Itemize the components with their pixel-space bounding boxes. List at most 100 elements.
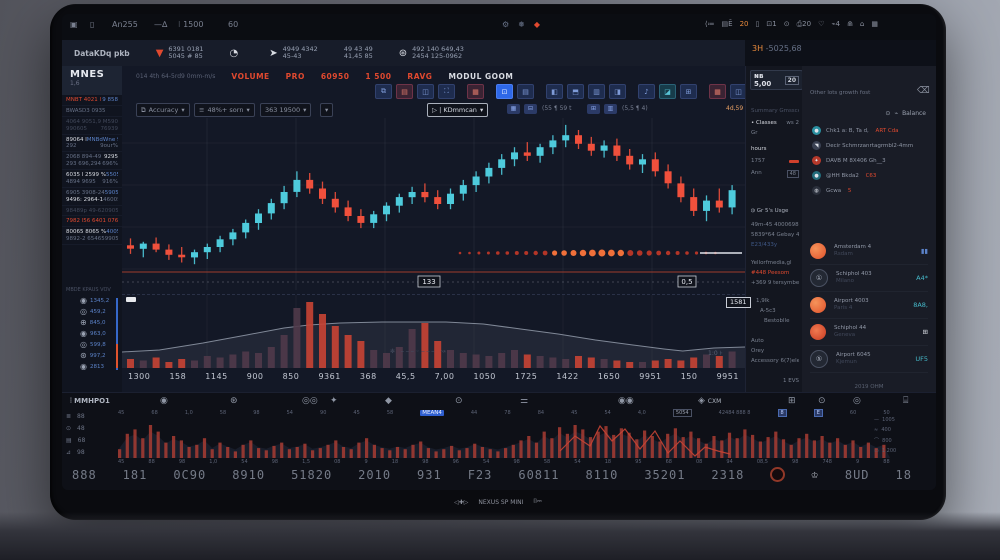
gear-icon[interactable]: ⚙ xyxy=(502,20,509,29)
highlight-tick[interactable]: E xyxy=(814,409,823,417)
watchlist-row[interactable]: 6035 l 2599 %55054894 9695916% xyxy=(62,170,122,188)
toolbar-button[interactable]: ◪ xyxy=(659,84,676,99)
toolbar-button[interactable]: ◧ xyxy=(546,84,563,99)
bottom-icon[interactable]: ⊙ xyxy=(818,396,826,406)
watchlist-row[interactable]: 80065 8065 %40059892-2 654659905 xyxy=(62,227,122,245)
crown-icon[interactable]: ♔ xyxy=(811,468,819,481)
bottom-icon[interactable]: ◎ xyxy=(853,396,861,406)
watchlist-row[interactable]: 98489p 49-620905% xyxy=(62,206,122,217)
chart-area: 014 4th 64-5rd9 0mm-m/s VOLUMEPRO609501 … xyxy=(122,66,745,392)
interval-button-1[interactable]: ▦ xyxy=(507,104,520,114)
accuracy-dropdown[interactable]: ⧉Accuracy▾ xyxy=(136,103,190,117)
gauge-item[interactable]: ⊕845,0 xyxy=(80,318,105,327)
watchlist-row[interactable]: MNBT 4021 l9 858 xyxy=(62,95,122,106)
watchlist-row[interactable]: 7982 l56 6401 0760 xyxy=(62,216,122,227)
toolbar-button[interactable]: ▤ xyxy=(396,84,413,99)
nav-stat-group[interactable]: 49 43 4941,45 85 xyxy=(344,46,373,61)
tab-modul-goom[interactable]: MODUL GOOM xyxy=(448,72,513,81)
tab-60950[interactable]: 60950 xyxy=(321,72,350,81)
bottom-icon[interactable]: ◈ CXM xyxy=(698,396,721,406)
tab-volume[interactable]: VOLUME xyxy=(231,72,269,81)
tab-pro[interactable]: PRO xyxy=(286,72,305,81)
watchlist-row[interactable]: 2068 894-499295293 696,294696% xyxy=(62,152,122,170)
lot-badge[interactable]: ɴʙ 5,00 20 xyxy=(750,70,803,90)
more-dropdown[interactable]: ▾ xyxy=(320,103,333,117)
trash-icon[interactable]: ⌫ xyxy=(917,86,926,97)
toolbar-button[interactable]: ⬒ xyxy=(567,84,584,99)
bottom-icon[interactable]: ⊞ xyxy=(788,396,796,406)
toolbar-button[interactable]: ◨ xyxy=(609,84,626,99)
alert-status[interactable]: ⁝ 1500 xyxy=(178,20,203,29)
nav-stat-group[interactable]: ▼6391 01815045 # 85 xyxy=(156,46,204,61)
gauge-item[interactable]: ⊛997,2 xyxy=(80,351,105,360)
phone-icon-status[interactable]: ▯ xyxy=(90,20,94,29)
tab-1-500[interactable]: 1 500 xyxy=(365,72,391,81)
gauge-item[interactable]: ◉2813 xyxy=(80,362,104,371)
watchlist-header[interactable]: MNES 1,6 xyxy=(62,66,122,95)
session-histogram[interactable] xyxy=(118,418,890,458)
panel-list-row[interactable]: Schiphol 44Geneva⊞ xyxy=(810,319,928,346)
bottom-icon[interactable]: ◉◉ xyxy=(618,396,634,406)
highlight-tick[interactable]: 5054 xyxy=(673,409,692,417)
toolbar-button[interactable]: ⊡ xyxy=(496,84,513,99)
bottom-icon[interactable]: ⊙ xyxy=(455,396,463,406)
interval-button-4[interactable]: ▥ xyxy=(604,104,617,114)
diamond-icon[interactable]: ◆ xyxy=(534,20,540,29)
snow-icon[interactable]: ❅ xyxy=(518,20,525,29)
nav-stat-group[interactable]: ◔ xyxy=(230,46,244,61)
interval-button-3[interactable]: ⊞ xyxy=(587,104,600,114)
watchlist-row[interactable]: 89064 lMNBdWne 9092929our% xyxy=(62,135,122,153)
gauge-item[interactable]: ◉1345,2 xyxy=(80,296,109,305)
nav-stat-group[interactable]: ➤4949 434245-43 xyxy=(269,46,318,61)
gauge-item[interactable]: ◉963,0 xyxy=(80,329,106,338)
watchlist-row[interactable]: BWASD3 0935 xyxy=(62,106,122,117)
bottom-icon[interactable]: ⊛ xyxy=(230,396,238,406)
toolbar-button[interactable]: ⧉ xyxy=(375,84,392,99)
briefcase-icon-status[interactable]: ▣ xyxy=(70,20,78,29)
volume-chart[interactable] xyxy=(122,295,745,368)
panel-list-row[interactable]: Airport 4003Paris 48A8, xyxy=(810,292,928,319)
panel-menu-item[interactable]: ✦DAVB M 8X406 Gh__3 xyxy=(812,154,928,167)
toolbar-button[interactable]: ⊞ xyxy=(680,84,697,99)
nav-stat-group[interactable]: ⊛492 140 649,432454 125-0962 xyxy=(399,46,464,61)
watchlist-row[interactable]: 4064 9051,9 M5902599060576939 xyxy=(62,117,122,135)
count-status[interactable]: 60 xyxy=(228,20,238,29)
toolbar-button[interactable]: ▦ xyxy=(709,84,726,99)
range-dropdown[interactable]: 363 19500▾ xyxy=(260,103,311,117)
bottom-icon[interactable]: ⚌ xyxy=(520,396,528,406)
highlight-tick[interactable]: 8 xyxy=(778,409,787,417)
bottom-icon[interactable]: ⌸ xyxy=(903,396,908,406)
bottom-icon[interactable]: ◎◎ xyxy=(302,396,318,406)
panel-menu-item[interactable]: ◍Gcwa 5 xyxy=(812,184,928,197)
toolbar-button[interactable]: ⛶ xyxy=(438,84,455,99)
tab-ravg[interactable]: RAVG xyxy=(407,72,432,81)
toolbar-button[interactable]: ▥ xyxy=(588,84,605,99)
gauge-item[interactable]: ◎459,2 xyxy=(80,307,106,316)
panel-list-row[interactable]: ⑤Airport 6045KjemunUF5 xyxy=(810,346,928,373)
toolbar-button[interactable]: ▦ xyxy=(467,84,484,99)
signal-status[interactable]: —∆ xyxy=(154,20,167,29)
percent-dropdown[interactable]: ≡48%+ sorn▾ xyxy=(194,103,255,117)
bottom-icon[interactable]: ◉ xyxy=(160,396,168,406)
bottom-icon[interactable]: ✦ xyxy=(330,396,338,406)
ring-icon[interactable] xyxy=(770,467,785,482)
panel-menu-item[interactable]: ◥Decir Schmrzanrtagrmbl2-4mm xyxy=(812,139,928,152)
toolbar-button[interactable]: ▤ xyxy=(517,84,534,99)
balance-row[interactable]: ⊙ ⌁ Balance xyxy=(885,110,926,117)
highlight-tick[interactable]: MEAN4 xyxy=(420,410,444,416)
gauge-item[interactable]: ◎599,8 xyxy=(80,340,106,349)
company-dropdown[interactable]: ▷ | KDmmcan▾ xyxy=(427,103,488,117)
panel-menu-item[interactable]: ●@HH Bkda2 C63 xyxy=(812,169,928,182)
classes-row[interactable]: • Classesws 2 xyxy=(751,120,799,126)
candlestick-chart[interactable]: 1330,5 xyxy=(122,118,745,290)
bottom-icon[interactable]: ◆ xyxy=(385,396,392,406)
interval-button-2[interactable]: ⊟ xyxy=(524,104,537,114)
toolbar-button[interactable]: ♪ xyxy=(638,84,655,99)
toolbar-button[interactable]: ◫ xyxy=(417,84,434,99)
label-status[interactable]: An255 xyxy=(112,20,138,29)
panel-menu-item[interactable]: ●Chk1 a: B, Ta d, ART Cda xyxy=(812,124,928,137)
watchlist-row[interactable]: 6905 3908-2459059496: 2964-146005 xyxy=(62,188,122,206)
panel-list-row[interactable]: ①Schiphol 403MilanoA4* xyxy=(810,265,928,292)
account-summary[interactable]: 3H -5025,68 xyxy=(752,44,802,53)
panel-list-row[interactable]: Amsterdam 4Rsdam▮▮ xyxy=(810,238,928,265)
